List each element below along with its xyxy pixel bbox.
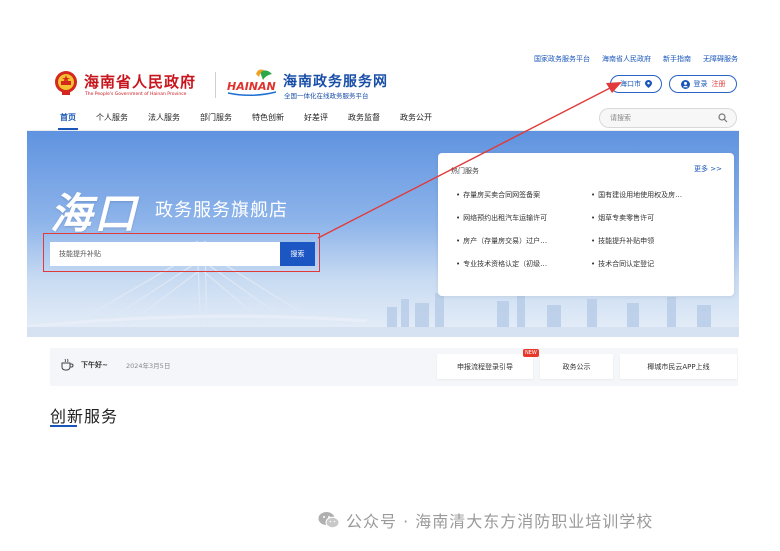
portal-name: 海南政务服务网 — [283, 74, 388, 90]
svg-text:HAINAN: HAINAN — [227, 80, 276, 93]
top-link-national-platform[interactable]: 国家政务服务平台 — [534, 54, 590, 64]
hero-title: 政务服务旗舰店 — [155, 200, 288, 221]
nav-item-corporate[interactable]: 法人服务 — [148, 112, 180, 123]
nav-item-innovation[interactable]: 特色创新 — [252, 112, 284, 123]
city-selector-button[interactable]: 海口市 — [610, 75, 662, 93]
hot-service-item[interactable]: 烟草专卖零售许可 — [591, 213, 654, 223]
nav-item-disclosure[interactable]: 政务公开 — [400, 112, 432, 123]
location-pin-icon — [645, 80, 652, 88]
hot-services-title: 热门服务 — [451, 167, 479, 175]
main-nav: 首页 个人服务 法人服务 部门服务 特色创新 好差评 政务监督 政务公开 — [58, 112, 452, 130]
login-link[interactable]: 登录 — [694, 79, 708, 89]
logo-divider — [215, 72, 216, 98]
coffee-cup-icon — [61, 358, 74, 371]
national-emblem-icon — [55, 71, 77, 95]
top-link-accessibility[interactable]: 无障碍服务 — [703, 54, 738, 64]
nav-item-home[interactable]: 首页 — [58, 112, 78, 130]
hot-service-item[interactable]: 技能提升补贴申领 — [591, 236, 654, 246]
login-guide-button[interactable]: 申报流程登录引导 — [437, 354, 533, 379]
hot-service-item[interactable]: 网络预约出租汽车运输许可 — [456, 213, 547, 223]
register-link[interactable]: 注册 — [712, 79, 726, 89]
section-title-underline — [50, 425, 77, 427]
hot-services-card: 热门服务 更多 >> 存量房买卖合同网签备案 国有建设用地使用权及房… 网络预约… — [438, 153, 734, 296]
watermark: 公众号 · 海南清大东方消防职业培训学校 — [318, 508, 653, 532]
hot-service-item[interactable]: 国有建设用地使用权及房… — [591, 190, 682, 200]
top-links: 国家政务服务平台 海南省人民政府 新手指南 无障碍服务 — [534, 54, 738, 64]
greeting-text: 下午好~ — [81, 361, 108, 369]
section-title: 创新服务 — [50, 407, 119, 426]
hot-service-item[interactable]: 技术合同认定登记 — [591, 259, 654, 269]
user-icon — [680, 79, 690, 89]
top-link-hainan-government[interactable]: 海南省人民政府 — [602, 54, 651, 64]
wechat-icon — [318, 512, 340, 529]
hero-search-button[interactable]: 搜索 — [280, 242, 315, 266]
hot-services-more-link[interactable]: 更多 >> — [694, 164, 722, 174]
nav-search-input[interactable]: 请搜索 — [599, 108, 737, 128]
new-badge: NEW — [523, 349, 539, 357]
hero-search-value: 技能提升补贴 — [59, 250, 101, 258]
hot-service-item[interactable]: 房产（存量房交易）过户… — [456, 236, 547, 246]
hot-service-item[interactable]: 存量房买卖合同网签备案 — [456, 190, 540, 200]
nav-item-department[interactable]: 部门服务 — [200, 112, 232, 123]
hero-city-title: 海口 — [50, 189, 139, 238]
login-register-button[interactable]: 登录 注册 — [669, 75, 737, 93]
portal-subtitle: 全国一体化在线政务服务平台 — [284, 92, 369, 100]
city-label: 海口市 — [620, 80, 641, 88]
hero-search-input[interactable]: 技能提升补贴 — [50, 242, 280, 266]
gov-subtitle: The People's Government of Hainan Provin… — [85, 92, 187, 97]
gov-notice-button[interactable]: 政务公示 — [540, 354, 613, 379]
app-launch-button[interactable]: 椰城市民云APP上线 — [620, 354, 737, 379]
nav-item-personal[interactable]: 个人服务 — [96, 112, 128, 123]
hot-service-item[interactable]: 专业技术资格认定（初级… — [456, 259, 547, 269]
date-text: 2024年3月5日 — [126, 362, 171, 370]
watermark-text: 公众号 · 海南清大东方消防职业培训学校 — [346, 512, 654, 531]
search-icon[interactable] — [718, 113, 728, 123]
page: 国家政务服务平台 海南省人民政府 新手指南 无障碍服务 海南省人民政府 The … — [0, 0, 780, 551]
top-link-beginner-guide[interactable]: 新手指南 — [663, 54, 691, 64]
nav-search-placeholder: 请搜索 — [610, 114, 631, 122]
nav-item-supervision[interactable]: 政务监督 — [348, 112, 380, 123]
hainan-brand-logo: HAINAN — [227, 69, 277, 96]
nav-item-rating[interactable]: 好差评 — [304, 112, 328, 123]
gov-name: 海南省人民政府 — [84, 73, 197, 91]
